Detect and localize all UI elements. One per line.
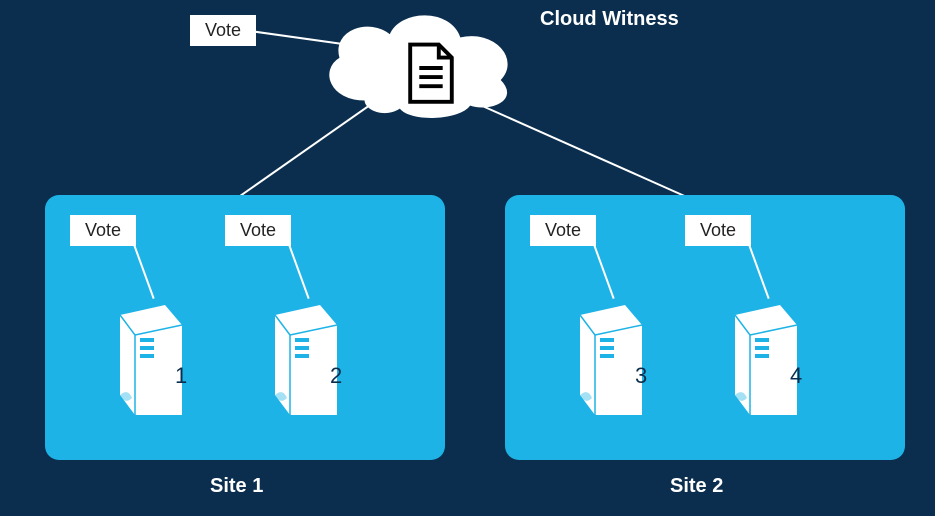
connector-line bbox=[460, 95, 698, 202]
server-2-number: 2 bbox=[330, 363, 342, 389]
server-1-number: 1 bbox=[175, 363, 187, 389]
cloud-witness-title: Cloud Witness bbox=[540, 8, 679, 31]
server-2 bbox=[265, 300, 345, 420]
document-icon bbox=[405, 42, 457, 102]
server-3-number: 3 bbox=[635, 363, 647, 389]
server-1 bbox=[110, 300, 190, 420]
site-1-label: Site 1 bbox=[210, 475, 263, 498]
server-3 bbox=[570, 300, 650, 420]
server-4-vote: Vote bbox=[685, 215, 751, 246]
server-4 bbox=[725, 300, 805, 420]
server-2-vote: Vote bbox=[225, 215, 291, 246]
cloud-vote-label: Vote bbox=[190, 15, 256, 46]
server-1-vote: Vote bbox=[70, 215, 136, 246]
server-4-number: 4 bbox=[790, 363, 802, 389]
site-2-label: Site 2 bbox=[670, 475, 723, 498]
server-3-vote: Vote bbox=[530, 215, 596, 246]
